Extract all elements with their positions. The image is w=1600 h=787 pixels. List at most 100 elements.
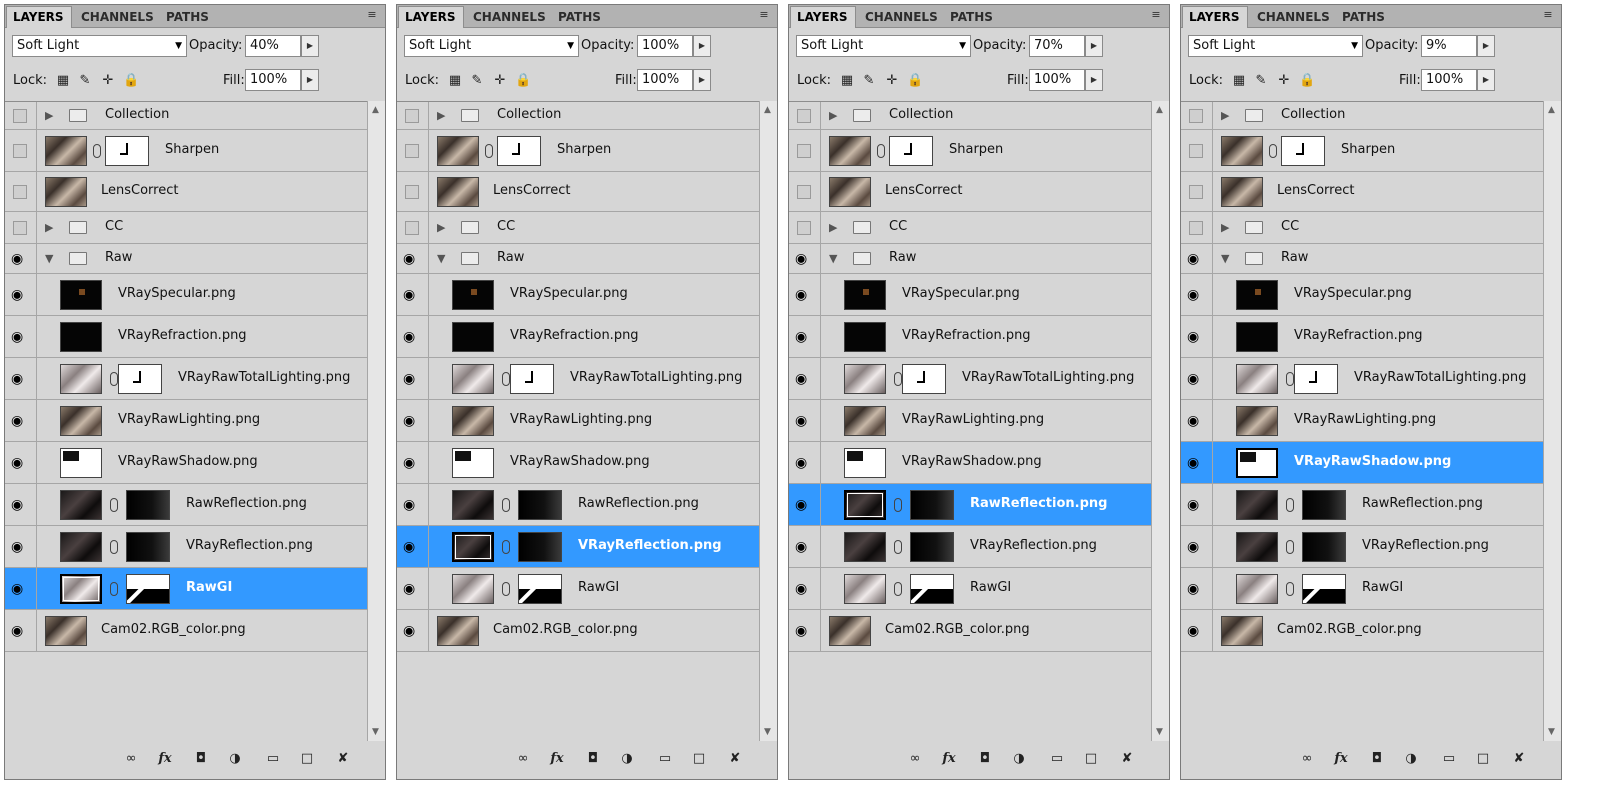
delete-icon[interactable]: ✘ bbox=[333, 750, 353, 768]
layer-row[interactable]: ◉ RawReflection.png bbox=[789, 484, 1151, 526]
visibility-toggle[interactable]: ◉ bbox=[397, 484, 429, 525]
visibility-toggle[interactable]: ◉ bbox=[397, 274, 429, 315]
fill-input[interactable]: 100% bbox=[1421, 69, 1477, 91]
layer-row[interactable]: ◉ VRayRefraction.png bbox=[5, 316, 367, 358]
layer-row[interactable]: ◉ VRayReflection.png bbox=[397, 526, 759, 568]
visibility-toggle[interactable] bbox=[789, 102, 821, 129]
visibility-toggle[interactable] bbox=[1181, 102, 1213, 129]
panel-menu-icon[interactable]: ≡ bbox=[1147, 8, 1165, 22]
layer-row[interactable]: ◉ VRayRawTotalLighting.png bbox=[5, 358, 367, 400]
triangle-down-icon[interactable]: ▼ bbox=[829, 252, 837, 265]
layer-row[interactable]: ◉ VRayRefraction.png bbox=[1181, 316, 1543, 358]
layer-row[interactable]: ◉ VRaySpecular.png bbox=[1181, 274, 1543, 316]
scroll-down-icon[interactable]: ▼ bbox=[372, 727, 379, 737]
visibility-toggle[interactable] bbox=[397, 102, 429, 129]
link-layers-icon[interactable]: ∞ bbox=[513, 750, 533, 768]
lock-transparent-icon[interactable]: ▦ bbox=[1231, 73, 1247, 89]
layer-row[interactable]: ◉ VRayRawTotalLighting.png bbox=[789, 358, 1151, 400]
lock-transparent-icon[interactable]: ▦ bbox=[55, 73, 71, 89]
layer-row[interactable]: ◉ VRaySpecular.png bbox=[5, 274, 367, 316]
blend-mode-select[interactable]: Soft Light ▼ bbox=[404, 35, 579, 57]
opacity-input[interactable]: 40% bbox=[245, 35, 301, 57]
layer-row[interactable]: ◉ VRayReflection.png bbox=[1181, 526, 1543, 568]
visibility-toggle[interactable] bbox=[397, 212, 429, 243]
layer-row[interactable]: ◉ VRayRawTotalLighting.png bbox=[1181, 358, 1543, 400]
panel-menu-icon[interactable]: ≡ bbox=[755, 8, 773, 22]
blend-mode-select[interactable]: Soft Light ▼ bbox=[12, 35, 187, 57]
layer-row[interactable]: LensCorrect bbox=[789, 172, 1151, 212]
visibility-toggle[interactable]: ◉ bbox=[5, 526, 37, 567]
lock-move-icon[interactable]: ✛ bbox=[884, 73, 900, 89]
fill-input[interactable]: 100% bbox=[245, 69, 301, 91]
link-layers-icon[interactable]: ∞ bbox=[905, 750, 925, 768]
layer-row[interactable]: ◉ VRayRawLighting.png bbox=[789, 400, 1151, 442]
fill-input[interactable]: 100% bbox=[637, 69, 693, 91]
lock-move-icon[interactable]: ✛ bbox=[492, 73, 508, 89]
layer-row[interactable]: ▶ CC bbox=[5, 212, 367, 244]
visibility-toggle[interactable]: ◉ bbox=[5, 484, 37, 525]
visibility-toggle[interactable]: ◉ bbox=[1181, 484, 1213, 525]
tab-channels[interactable]: CHANNELS bbox=[467, 7, 551, 27]
layer-row[interactable]: ◉ RawGI bbox=[789, 568, 1151, 610]
visibility-toggle[interactable]: ◉ bbox=[397, 442, 429, 483]
visibility-toggle[interactable]: ◉ bbox=[789, 244, 821, 273]
chain-link-icon[interactable] bbox=[1286, 498, 1294, 512]
fx-icon[interactable]: fx bbox=[547, 750, 567, 768]
visibility-toggle[interactable] bbox=[397, 130, 429, 171]
layer-row[interactable]: ◉ RawGI bbox=[5, 568, 367, 610]
visibility-toggle[interactable] bbox=[789, 212, 821, 243]
layer-row[interactable]: ◉ VRayRawLighting.png bbox=[1181, 400, 1543, 442]
chain-link-icon[interactable] bbox=[1286, 582, 1294, 596]
triangle-right-icon[interactable]: ▶ bbox=[829, 109, 837, 122]
visibility-toggle[interactable]: ◉ bbox=[397, 244, 429, 273]
triangle-right-icon[interactable]: ▶ bbox=[437, 221, 445, 234]
opacity-slider-arrow-icon[interactable]: ▶ bbox=[1085, 35, 1103, 57]
chain-link-icon[interactable] bbox=[110, 540, 118, 554]
visibility-toggle[interactable]: ◉ bbox=[397, 526, 429, 567]
new-layer-icon[interactable]: □ bbox=[689, 750, 709, 768]
scroll-down-icon[interactable]: ▼ bbox=[764, 727, 771, 737]
chain-link-icon[interactable] bbox=[110, 498, 118, 512]
triangle-right-icon[interactable]: ▶ bbox=[829, 221, 837, 234]
layer-row[interactable]: ◉ VRayReflection.png bbox=[789, 526, 1151, 568]
opacity-input[interactable]: 100% bbox=[637, 35, 693, 57]
fill-slider-arrow-icon[interactable]: ▶ bbox=[301, 69, 319, 91]
lock-all-icon[interactable]: 🔒 bbox=[123, 73, 139, 89]
visibility-toggle[interactable]: ◉ bbox=[789, 610, 821, 651]
visibility-toggle[interactable] bbox=[1181, 172, 1213, 211]
visibility-toggle[interactable]: ◉ bbox=[5, 244, 37, 273]
layer-row[interactable]: ◉ Cam02.RGB_color.png bbox=[1181, 610, 1543, 652]
triangle-right-icon[interactable]: ▶ bbox=[1221, 221, 1229, 234]
add-mask-icon[interactable]: ◘ bbox=[583, 750, 603, 768]
visibility-toggle[interactable]: ◉ bbox=[1181, 610, 1213, 651]
chain-link-icon[interactable] bbox=[894, 372, 902, 386]
panel-menu-icon[interactable]: ≡ bbox=[1539, 8, 1557, 22]
layer-row[interactable]: ◉ VRayRawShadow.png bbox=[789, 442, 1151, 484]
visibility-toggle[interactable] bbox=[5, 130, 37, 171]
visibility-toggle[interactable] bbox=[397, 172, 429, 211]
layer-row[interactable]: ◉ Cam02.RGB_color.png bbox=[789, 610, 1151, 652]
lock-transparent-icon[interactable]: ▦ bbox=[839, 73, 855, 89]
visibility-toggle[interactable]: ◉ bbox=[789, 274, 821, 315]
delete-icon[interactable]: ✘ bbox=[725, 750, 745, 768]
layer-row[interactable]: Sharpen bbox=[397, 130, 759, 172]
layer-row[interactable]: Sharpen bbox=[1181, 130, 1543, 172]
layer-row[interactable]: ◉ ▼ Raw bbox=[789, 244, 1151, 274]
layer-row[interactable]: ◉ VRayRawLighting.png bbox=[397, 400, 759, 442]
vertical-scrollbar[interactable]: ▲ ▼ bbox=[1151, 101, 1169, 741]
visibility-toggle[interactable]: ◉ bbox=[789, 484, 821, 525]
visibility-toggle[interactable] bbox=[789, 172, 821, 211]
chain-link-icon[interactable] bbox=[1269, 144, 1277, 158]
visibility-toggle[interactable]: ◉ bbox=[789, 568, 821, 609]
link-layers-icon[interactable]: ∞ bbox=[1297, 750, 1317, 768]
visibility-toggle[interactable]: ◉ bbox=[1181, 526, 1213, 567]
chain-link-icon[interactable] bbox=[502, 582, 510, 596]
tab-layers[interactable]: LAYERS bbox=[1182, 6, 1248, 28]
visibility-toggle[interactable]: ◉ bbox=[5, 610, 37, 651]
scroll-up-icon[interactable]: ▲ bbox=[1548, 105, 1555, 115]
layer-row[interactable]: ◉ Cam02.RGB_color.png bbox=[5, 610, 367, 652]
lock-all-icon[interactable]: 🔒 bbox=[907, 73, 923, 89]
visibility-toggle[interactable] bbox=[5, 172, 37, 211]
lock-all-icon[interactable]: 🔒 bbox=[515, 73, 531, 89]
visibility-toggle[interactable]: ◉ bbox=[789, 358, 821, 399]
